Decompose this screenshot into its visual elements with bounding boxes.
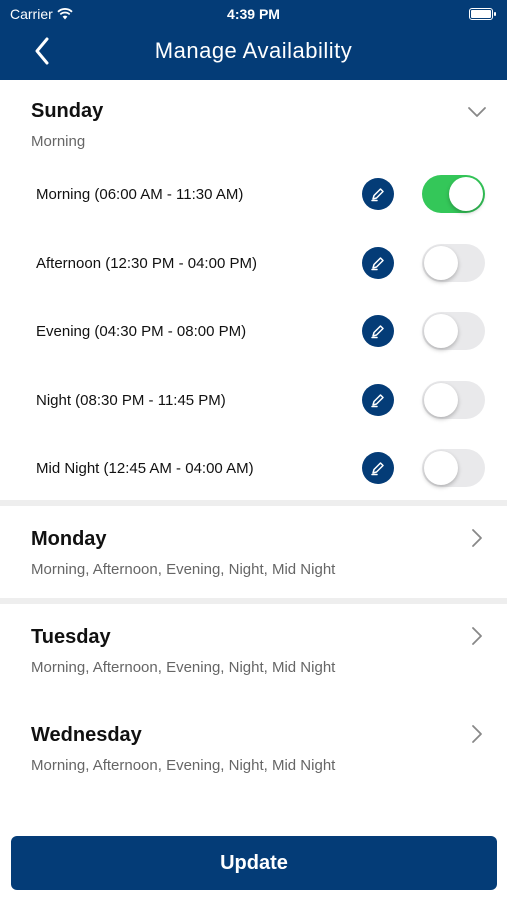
day-summary: Morning	[31, 133, 86, 150]
battery-icon	[469, 8, 496, 20]
time-slot-row: Morning (06:00 AM - 11:30 AM)	[0, 164, 507, 224]
chevron-right-icon[interactable]	[467, 528, 487, 548]
scroll-fade	[0, 812, 507, 836]
edit-slot-button[interactable]	[362, 178, 394, 210]
edit-slot-button[interactable]	[362, 246, 394, 279]
chevron-right-icon[interactable]	[467, 626, 487, 646]
edit-pen-icon	[371, 393, 384, 407]
time-slot-row: Night (08:30 PM - 11:45 PM)	[0, 370, 507, 430]
edit-pen-icon	[371, 256, 384, 270]
time-slot-label: Evening (04:30 PM - 08:00 PM)	[36, 323, 247, 340]
update-button[interactable]: Update	[11, 836, 497, 890]
time-slot-label: Night (08:30 PM - 11:45 PM)	[36, 391, 226, 409]
day-summary: Morning, Afternoon, Evening, Night, Mid …	[31, 561, 336, 578]
slot-toggle[interactable]	[422, 175, 485, 213]
update-button-label: Update	[220, 851, 288, 874]
edit-slot-button[interactable]	[362, 383, 394, 416]
day-summary: Morning, Afternoon, Evening, Night, Mid …	[31, 659, 336, 676]
day-section-tuesday[interactable]: Tuesday Morning, Afternoon, Evening, Nig…	[0, 604, 507, 700]
slot-toggle[interactable]	[422, 449, 485, 487]
page-title: Manage Availability	[154, 38, 353, 63]
day-section-monday[interactable]: Monday Morning, Afternoon, Evening, Nigh…	[0, 506, 507, 598]
slot-toggle[interactable]	[422, 243, 485, 282]
time-slot-row: Afternoon (12:30 PM - 04:00 PM)	[0, 233, 507, 293]
toggle-knob	[424, 382, 458, 417]
edit-pen-icon	[371, 462, 384, 476]
chevron-right-icon[interactable]	[467, 724, 487, 744]
day-section-wednesday[interactable]: Wednesday Morning, Afternoon, Evening, N…	[0, 700, 507, 800]
day-section-sunday[interactable]: Sunday Morning	[0, 80, 507, 170]
time-slot-row: Evening (04:30 PM - 08:00 PM)	[0, 301, 507, 361]
edit-pen-icon	[371, 325, 384, 339]
toggle-knob	[424, 314, 458, 348]
toggle-knob	[449, 177, 483, 211]
navigation-bar: Carrier 4:39 PM Manage Availability	[0, 0, 507, 80]
day-name: Monday	[31, 528, 107, 550]
status-bar: Carrier 4:39 PM	[0, 0, 507, 28]
chevron-down-icon[interactable]	[467, 102, 487, 122]
status-time: 4:39 PM	[227, 6, 280, 22]
day-name: Wednesday	[31, 724, 142, 746]
time-slot-label: Morning (06:00 AM - 11:30 AM)	[36, 186, 244, 203]
time-slot-label: Mid Night (12:45 AM - 04:00 AM)	[36, 460, 254, 477]
edit-slot-button[interactable]	[362, 452, 394, 484]
day-summary: Morning, Afternoon, Evening, Night, Mid …	[31, 757, 336, 774]
day-name: Tuesday	[31, 626, 111, 648]
day-name: Sunday	[31, 100, 104, 122]
toggle-knob	[424, 451, 458, 485]
edit-slot-button[interactable]	[362, 315, 394, 347]
edit-pen-icon	[371, 188, 384, 202]
slot-toggle[interactable]	[422, 312, 485, 350]
slot-toggle[interactable]	[422, 380, 485, 419]
time-slot-label: Afternoon (12:30 PM - 04:00 PM)	[36, 254, 257, 272]
toggle-knob	[424, 245, 458, 280]
time-slot-row: Mid Night (12:45 AM - 04:00 AM)	[0, 438, 507, 498]
